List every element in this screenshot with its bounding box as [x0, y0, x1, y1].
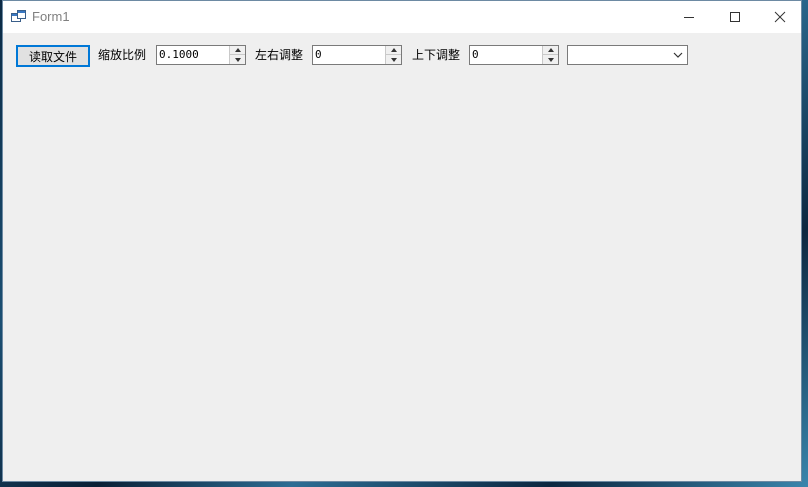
close-icon	[774, 11, 786, 23]
arrow-down-icon	[547, 57, 554, 62]
arrow-up-icon	[234, 48, 241, 52]
app-icon	[11, 10, 26, 22]
spin-down-button[interactable]	[386, 55, 401, 64]
options-combobox[interactable]	[567, 45, 688, 65]
chevron-down-icon[interactable]	[672, 50, 684, 60]
read-file-button[interactable]: 读取文件	[16, 45, 90, 67]
close-button[interactable]	[757, 1, 803, 33]
vertical-value[interactable]: 0	[472, 48, 479, 61]
main-window: Form1 读取文件 缩放比例 0.1000 左右调整 0 上下调整 0	[2, 0, 802, 482]
horizontal-adjust-label: 左右调整	[255, 48, 304, 62]
horizontal-value[interactable]: 0	[315, 48, 322, 61]
scale-numeric-input[interactable]: 0.1000	[156, 45, 246, 65]
scale-value[interactable]: 0.1000	[159, 48, 199, 61]
vertical-numeric-input[interactable]: 0	[469, 45, 559, 65]
minimize-icon	[684, 17, 694, 18]
vertical-adjust-label: 上下调整	[412, 48, 461, 62]
arrow-down-icon	[390, 57, 397, 62]
spin-up-button[interactable]	[386, 46, 401, 55]
arrow-up-icon	[547, 48, 554, 52]
arrow-down-icon	[234, 57, 241, 62]
spin-up-button[interactable]	[543, 46, 558, 55]
arrow-up-icon	[390, 48, 397, 52]
maximize-button[interactable]	[712, 1, 758, 33]
spin-down-button[interactable]	[543, 55, 558, 64]
scale-label: 缩放比例	[98, 48, 147, 62]
vertical-spinner[interactable]	[542, 46, 558, 64]
spin-up-button[interactable]	[230, 46, 245, 55]
minimize-button[interactable]	[666, 1, 712, 33]
scale-spinner[interactable]	[229, 46, 245, 64]
horizontal-numeric-input[interactable]: 0	[312, 45, 402, 65]
spin-down-button[interactable]	[230, 55, 245, 64]
title-bar[interactable]: Form1	[3, 1, 801, 33]
window-title: Form1	[32, 9, 70, 24]
horizontal-spinner[interactable]	[385, 46, 401, 64]
maximize-icon	[730, 12, 740, 22]
